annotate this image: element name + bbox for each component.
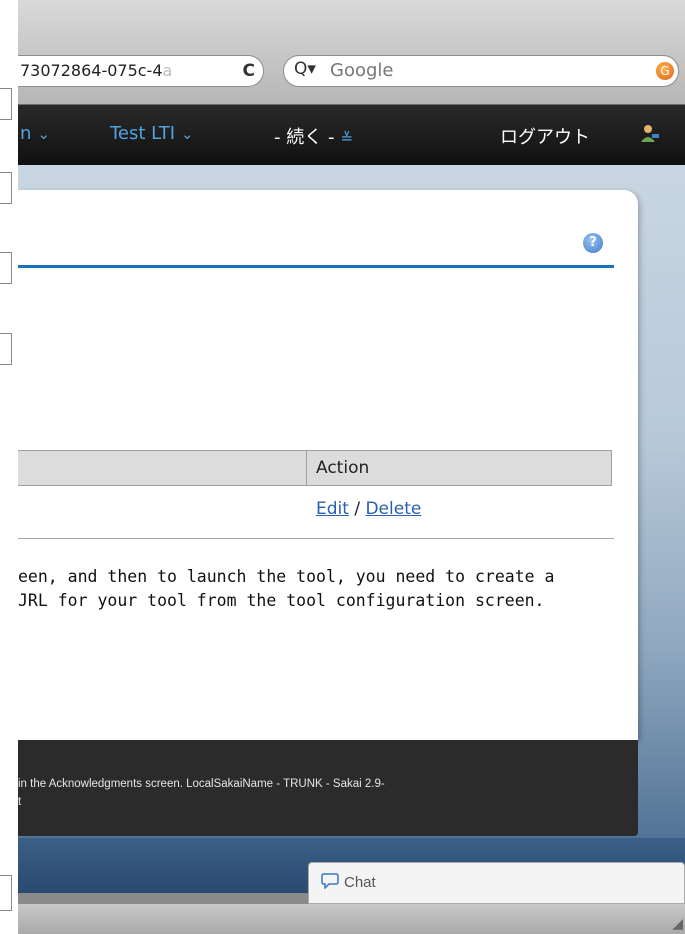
chat-tab[interactable]: Chat	[308, 862, 685, 904]
edit-link[interactable]: Edit	[316, 499, 349, 519]
table-row-actions: Edit / Delete	[316, 499, 421, 519]
instructions-line: JRL for your tool from the tool configur…	[18, 591, 545, 610]
delete-link[interactable]: Delete	[365, 499, 421, 519]
address-text: 73072864-075c-4	[20, 61, 163, 80]
browser-window: 73072864-075c-4a C Q▾ Google G n ⌄ Test L…	[18, 0, 685, 934]
table-header: Action	[18, 450, 612, 486]
chevron-down-icon: ⌄	[37, 125, 50, 143]
page-footer: in the Acknowledgments screen. LocalSaka…	[18, 740, 638, 836]
reload-icon[interactable]: C	[243, 56, 255, 86]
address-bar[interactable]: 73072864-075c-4a C	[18, 55, 264, 87]
address-text-faded: a	[162, 61, 173, 80]
clipped-input-box[interactable]	[0, 875, 12, 911]
nav-site-tab-label: Test LTI	[110, 123, 176, 144]
search-engine-icon[interactable]: G	[656, 62, 674, 80]
search-icon[interactable]: Q▾	[294, 59, 316, 79]
search-placeholder: Google	[330, 60, 394, 81]
footer-credits-cont: t	[18, 796, 22, 808]
instructions-line: een, and then to launch the tool, you ne…	[18, 567, 555, 586]
title-underline	[18, 265, 614, 268]
section-divider	[18, 538, 614, 539]
chat-label: Chat	[344, 874, 376, 891]
clipped-input-box[interactable]	[0, 172, 12, 204]
nav-more-label: - 続く -	[274, 127, 335, 148]
site-top-nav: n ⌄ Test LTI ⌄ - 続く - ≚ ログアウト	[18, 105, 685, 165]
logout-link[interactable]: ログアウト	[500, 123, 590, 149]
browser-status-bar: ◢	[18, 904, 685, 934]
action-column-header: Action	[316, 458, 370, 478]
help-icon[interactable]: ?	[583, 233, 603, 253]
tool-content-card: ? Action Edit / Delete een, and then to …	[18, 190, 638, 740]
clipped-input-box[interactable]	[0, 252, 12, 284]
browser-toolbar: 73072864-075c-4a C Q▾ Google G	[18, 0, 685, 105]
nav-site-tab-partial[interactable]: n ⌄	[20, 123, 50, 144]
chevron-down-icon: ⌄	[181, 125, 194, 143]
user-logout-icon	[640, 123, 660, 148]
nav-site-tab-test-lti[interactable]: Test LTI ⌄	[110, 123, 194, 144]
chat-bubble-icon	[321, 873, 339, 893]
double-chevron-icon: ≚	[340, 129, 354, 147]
action-separator: /	[348, 499, 366, 519]
nav-more-sites[interactable]: - 続く - ≚	[274, 123, 353, 149]
resize-grip-icon[interactable]: ◢	[672, 916, 683, 932]
left-page-strip	[0, 0, 18, 934]
instructions-text: een, and then to launch the tool, you ne…	[18, 565, 618, 613]
footer-credits: in the Acknowledgments screen. LocalSaka…	[18, 778, 385, 790]
clipped-input-box[interactable]	[0, 333, 12, 365]
search-bar[interactable]: Q▾ Google G	[283, 55, 679, 87]
nav-site-tab-label: n	[20, 123, 32, 144]
clipped-input-box[interactable]	[0, 88, 12, 120]
table-column-divider	[306, 451, 307, 485]
